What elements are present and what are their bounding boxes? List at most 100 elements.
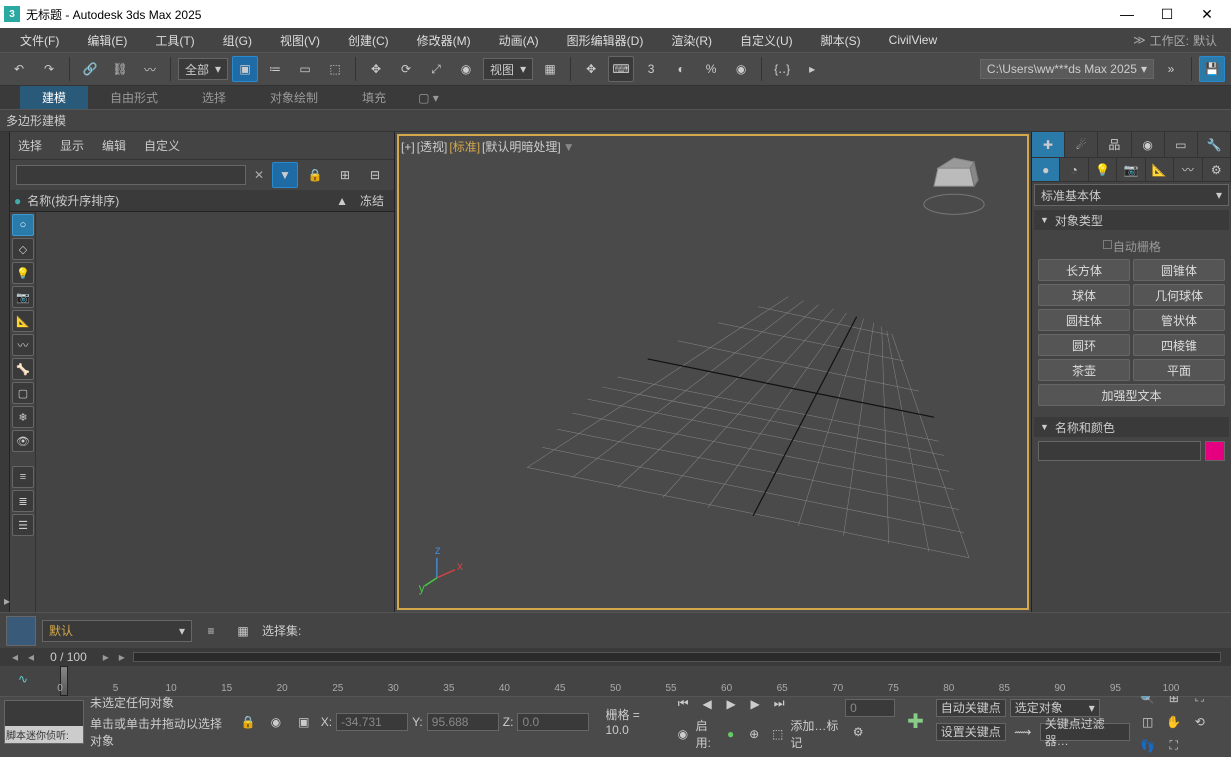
scene-tab-edit[interactable]: 编辑 — [102, 137, 126, 154]
material-slot[interactable] — [6, 616, 36, 646]
polygon-modeling-label[interactable]: 多边形建模 — [6, 112, 66, 129]
prim-box[interactable]: 长方体 — [1038, 259, 1130, 281]
menu-rendering[interactable]: 渲染(R) — [657, 32, 726, 49]
select-button[interactable]: ▣ — [232, 56, 258, 82]
time-next-icon[interactable]: ▸ — [101, 650, 111, 664]
filter-hidden-icon[interactable]: 👁 — [12, 430, 34, 452]
tab-populate[interactable]: 填充 — [340, 86, 408, 109]
filter-button[interactable]: ▼ — [272, 162, 298, 188]
close-button[interactable]: ✕ — [1187, 0, 1227, 28]
vp-standard[interactable]: [标准] — [449, 138, 480, 155]
prim-geosphere[interactable]: 几何球体 — [1133, 284, 1225, 306]
filter-bone-icon[interactable]: 🦴 — [12, 358, 34, 380]
lock-button[interactable]: 🔒 — [302, 162, 328, 188]
keyfilter-button[interactable]: 关键点过滤器… — [1040, 723, 1130, 741]
prim-pyramid[interactable]: 四棱锥 — [1133, 334, 1225, 356]
coord-y[interactable]: 95.688 — [427, 713, 499, 731]
coord-z[interactable]: 0.0 — [517, 713, 589, 731]
prim-tube[interactable]: 管状体 — [1133, 309, 1225, 331]
layer-manager-icon[interactable]: ≡ — [198, 618, 224, 644]
menu-grapheditors[interactable]: 图形编辑器(D) — [553, 32, 658, 49]
time-first-icon[interactable]: ◂ — [10, 650, 20, 664]
rollout-namecolor-header[interactable]: ▼名称和颜色 — [1034, 417, 1229, 437]
time-config-icon[interactable]: ◉ — [672, 721, 694, 747]
layer-dropdown[interactable]: 默认▾ — [42, 620, 192, 642]
selection-lock-icon[interactable]: ▣ — [293, 709, 315, 735]
vp-perspective[interactable]: [透视] — [417, 138, 448, 155]
scene-tab-display[interactable]: 显示 — [60, 137, 84, 154]
snap-button[interactable]: 3 — [638, 56, 664, 82]
time-last-icon[interactable]: ▸ — [117, 650, 127, 664]
layer-explorer-icon[interactable]: ▦ — [230, 618, 256, 644]
object-color-swatch[interactable] — [1205, 441, 1225, 461]
select-by-name-button[interactable]: ≔ — [262, 56, 288, 82]
menu-scripting[interactable]: 脚本(S) — [807, 32, 875, 49]
percent-snap-button[interactable]: % — [698, 56, 724, 82]
time-prev-icon[interactable]: ◂ — [26, 650, 36, 664]
pan-icon[interactable]: ✋ — [1162, 711, 1186, 733]
link-button[interactable]: 🔗 — [77, 56, 103, 82]
move-button[interactable]: ✥ — [363, 56, 389, 82]
expand-button[interactable]: ⊞ — [332, 162, 358, 188]
selection-filter-dropdown[interactable]: 全部 ▾ — [178, 58, 228, 80]
vp-shading[interactable]: [默认明暗处理] — [482, 138, 561, 155]
scene-search-input[interactable] — [16, 165, 246, 185]
ribbon-toggle[interactable]: ▢ ▾ — [408, 86, 449, 109]
setkey-button[interactable]: 设置关键点 — [936, 723, 1006, 741]
left-flyout[interactable]: ▸ — [0, 132, 10, 612]
scene-tab-customize[interactable]: 自定义 — [144, 137, 180, 154]
tab-modify-icon[interactable]: ☄ — [1065, 132, 1098, 157]
filter-shapes-icon[interactable]: ◇ — [12, 238, 34, 260]
scale-button[interactable]: ⤢ — [423, 56, 449, 82]
tab-hierarchy-icon[interactable]: 品 — [1098, 132, 1131, 157]
save-button[interactable]: 💾 — [1199, 56, 1225, 82]
category-dropdown[interactable]: 标准基本体▾ — [1034, 184, 1229, 206]
curve-icon[interactable]: ∿ — [18, 672, 28, 686]
frame-input[interactable]: 0 — [845, 699, 895, 717]
tab-display-icon[interactable]: ▭ — [1165, 132, 1198, 157]
keyboard-shortcut-button[interactable]: ⌨ — [608, 56, 634, 82]
prim-cylinder[interactable]: 圆柱体 — [1038, 309, 1130, 331]
subtab-systems-icon[interactable]: ⚙ — [1203, 158, 1231, 181]
filter-geometry-icon[interactable]: ○ — [12, 214, 34, 236]
prim-textplus[interactable]: 加强型文本 — [1038, 384, 1225, 406]
rollout-objtype-header[interactable]: ▼对象类型 — [1034, 210, 1229, 230]
set-key-big-icon[interactable]: ✚ — [901, 705, 930, 739]
subtab-shapes-icon[interactable]: ◔ — [1060, 158, 1088, 181]
object-name-input[interactable] — [1038, 441, 1201, 461]
menu-view[interactable]: 视图(V) — [266, 32, 334, 49]
more-tools-button[interactable]: » — [1158, 56, 1184, 82]
filter-container-icon[interactable]: ▢ — [12, 382, 34, 404]
name-column-header[interactable]: 名称(按升序排序) — [27, 192, 330, 209]
pivot-button[interactable]: ▦ — [537, 56, 563, 82]
time-config2-icon[interactable]: ⚙ — [845, 719, 871, 745]
named-selection-button[interactable]: {‥} — [769, 56, 795, 82]
scene-tab-select[interactable]: 选择 — [18, 137, 42, 154]
filter-space-icon[interactable]: 〰 — [12, 334, 34, 356]
bind-button[interactable]: 〰 — [137, 56, 163, 82]
menu-create[interactable]: 创建(C) — [334, 32, 403, 49]
menu-edit[interactable]: 编辑(E) — [73, 32, 141, 49]
menu-modifiers[interactable]: 修改器(M) — [403, 32, 485, 49]
unlink-button[interactable]: ⛓ — [107, 56, 133, 82]
maxscript-thumb[interactable]: 脚本迷你侦听: — [4, 700, 84, 744]
lock-selection-icon[interactable]: 🔒 — [237, 709, 259, 735]
project-path[interactable]: C:\Users\ww***ds Max 2025 ▾ — [980, 59, 1154, 79]
minimize-button[interactable]: — — [1107, 0, 1147, 28]
autokey-button[interactable]: 自动关键点 — [936, 699, 1006, 717]
filter-cameras-icon[interactable]: 📷 — [12, 286, 34, 308]
cube-add-icon[interactable]: ⬚ — [767, 721, 789, 747]
subtab-helpers-icon[interactable]: 📐 — [1146, 158, 1174, 181]
time-track[interactable] — [133, 652, 1221, 662]
prim-sphere[interactable]: 球体 — [1038, 284, 1130, 306]
prim-teapot[interactable]: 茶壶 — [1038, 359, 1130, 381]
vp-filter-icon[interactable]: ▼ — [563, 140, 575, 154]
angle-snap-button[interactable]: ◐ — [668, 56, 694, 82]
menu-tools[interactable]: 工具(T) — [141, 32, 208, 49]
prim-plane[interactable]: 平面 — [1133, 359, 1225, 381]
rotate-button[interactable]: ⟳ — [393, 56, 419, 82]
tag-icon[interactable]: ⊕ — [743, 721, 765, 747]
undo-button[interactable]: ↶ — [6, 56, 32, 82]
menu-file[interactable]: 文件(F) — [6, 32, 73, 49]
list-mode2-icon[interactable]: ≣ — [12, 490, 34, 512]
